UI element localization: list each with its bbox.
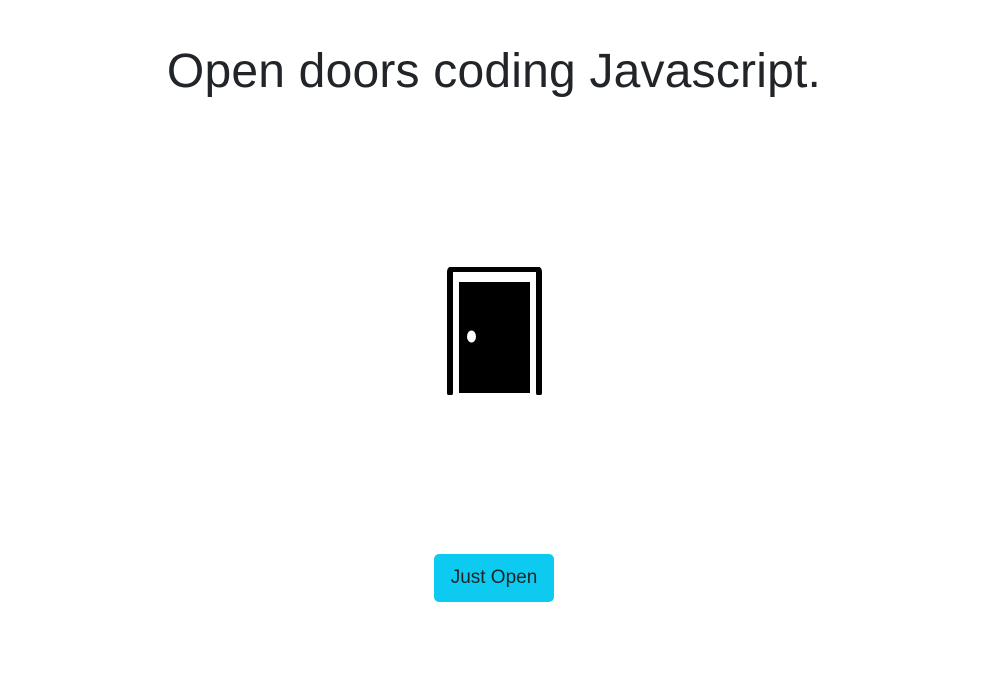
page-title: Open doors coding Javascript.: [166, 45, 822, 98]
just-open-button[interactable]: Just Open: [434, 554, 554, 602]
door-closed-icon: [446, 267, 543, 395]
